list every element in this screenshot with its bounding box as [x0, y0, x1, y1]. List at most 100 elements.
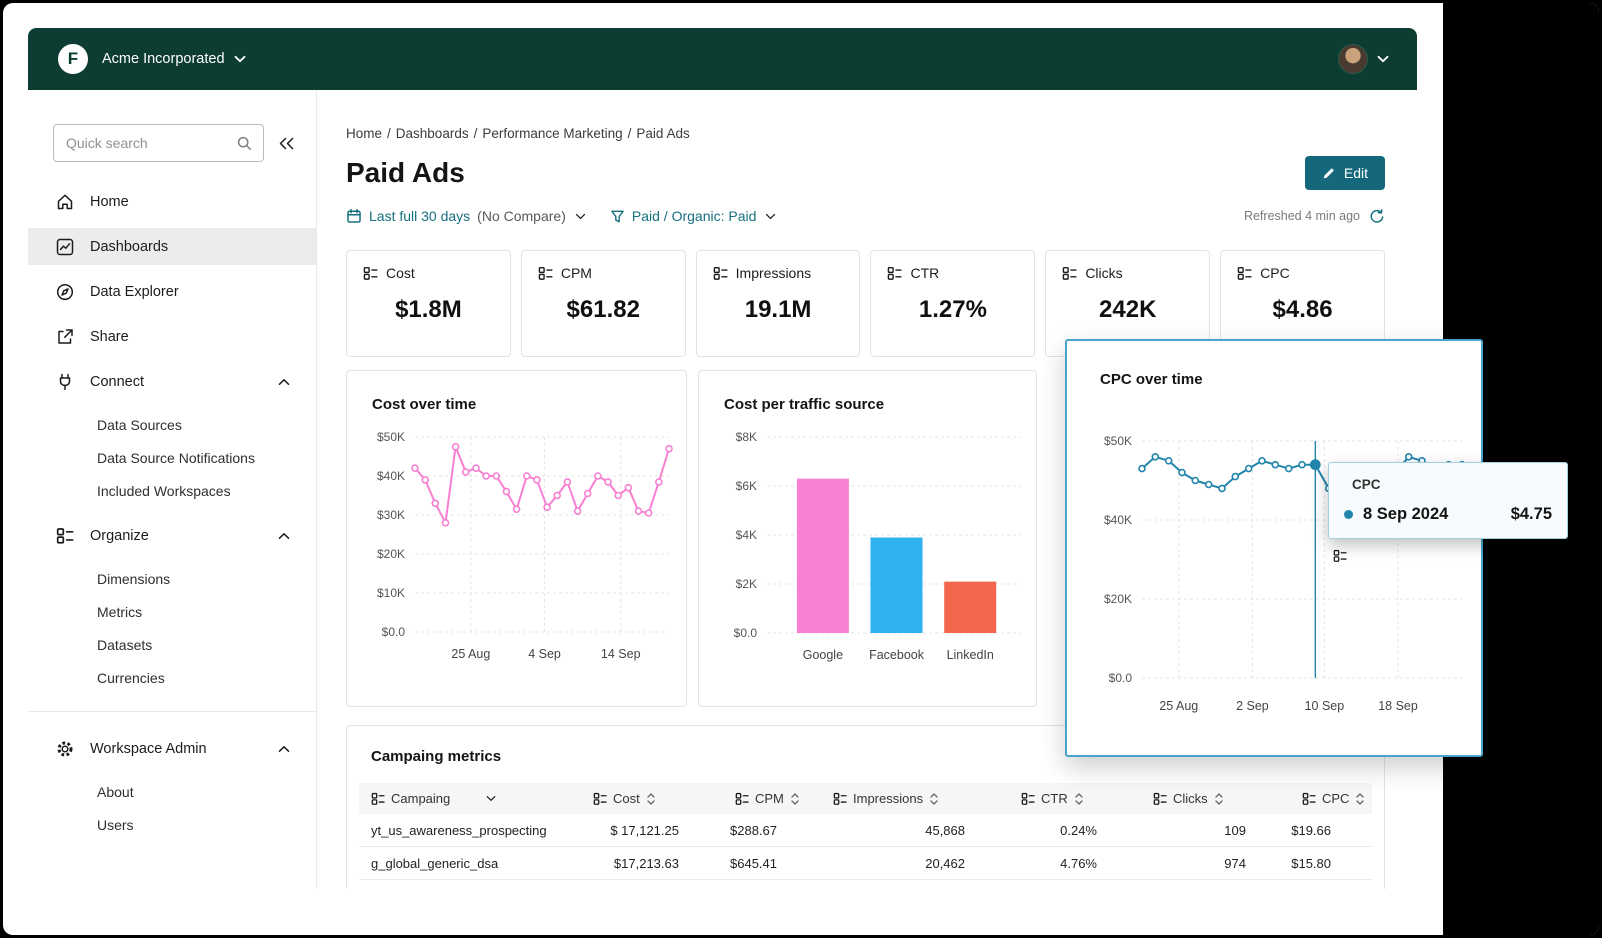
column-header-cpm[interactable]: CPM	[723, 791, 821, 806]
cell-clicks: 109	[1141, 823, 1290, 838]
data-point	[493, 473, 499, 479]
breadcrumb-link[interactable]: Dashboards	[396, 126, 469, 141]
sidebar-section-workspace-admin[interactable]: Workspace Admin	[28, 730, 316, 767]
svg-text:LinkedIn: LinkedIn	[947, 648, 994, 662]
column-header-ctr[interactable]: CTR	[1009, 791, 1141, 806]
breadcrumb-separator: /	[474, 126, 478, 141]
kpi-label: Clicks	[1085, 265, 1122, 281]
sort-icon[interactable]	[1074, 792, 1084, 806]
edit-button[interactable]: Edit	[1305, 156, 1385, 190]
breadcrumb-link[interactable]: Home	[346, 126, 382, 141]
sidebar-section-label: Workspace Admin	[90, 741, 207, 757]
table-row[interactable]: yt_us_awareness_prospecting $ 17,121.25 …	[359, 814, 1372, 847]
funnel-logo-icon: F	[58, 44, 88, 74]
calendar-icon	[346, 208, 362, 224]
data-point	[1406, 454, 1412, 460]
cell-cost: $17,213.63	[581, 856, 723, 871]
sub-item-label: Users	[97, 817, 134, 833]
table-header-row: Campaing Cost CPM	[359, 783, 1372, 814]
chart-tooltip: CPC 8 Sep 2024 $4.75	[1328, 462, 1568, 539]
sidebar-item-datasets[interactable]: Datasets	[28, 628, 316, 661]
cell-cpm: $645.41	[723, 856, 821, 871]
svg-text:$10K: $10K	[377, 586, 405, 600]
svg-text:$0.0: $0.0	[1109, 671, 1133, 685]
svg-text:10 Sep: 10 Sep	[1305, 699, 1345, 713]
data-point	[554, 493, 560, 499]
metric-icon	[1153, 792, 1167, 806]
column-header-cost[interactable]: Cost	[581, 791, 723, 806]
segment-filter[interactable]: Paid / Organic: Paid	[610, 208, 777, 224]
sort-icon[interactable]	[1214, 792, 1224, 806]
data-point	[1206, 482, 1212, 488]
sort-icon[interactable]	[929, 792, 939, 806]
sidebar-item-home[interactable]: Home	[28, 183, 316, 220]
quick-search[interactable]	[53, 124, 264, 162]
cell-cpm: $288.67	[723, 823, 821, 838]
user-menu[interactable]	[1338, 44, 1389, 74]
metric-icon	[1302, 792, 1316, 806]
column-header-label: Clicks	[1173, 791, 1208, 806]
column-header-campaign[interactable]: Campaing	[359, 791, 581, 806]
kpi-label: CTR	[910, 265, 939, 281]
sidebar-item-about[interactable]: About	[28, 775, 316, 808]
top-bar: F Acme Incorporated	[28, 28, 1417, 90]
metric-icon	[1062, 266, 1077, 281]
data-point	[1166, 458, 1172, 464]
kpi-card-impressions[interactable]: Impressions 19.1M	[696, 250, 861, 357]
sidebar-item-currencies[interactable]: Currencies	[28, 661, 316, 694]
chevron-down-icon[interactable]	[486, 795, 496, 802]
gear-icon	[55, 739, 75, 759]
sidebar-item-dimensions[interactable]: Dimensions	[28, 562, 316, 595]
data-point	[1152, 454, 1158, 460]
breadcrumb-link[interactable]: Performance Marketing	[482, 126, 622, 141]
svg-text:Facebook: Facebook	[869, 648, 925, 662]
sidebar-section-organize[interactable]: Organize	[28, 517, 316, 554]
sort-icon[interactable]	[1355, 792, 1365, 806]
sub-item-label: Data Source Notifications	[97, 450, 255, 466]
sidebar-item-dashboards[interactable]: Dashboards	[28, 228, 316, 265]
sidebar-item-metrics[interactable]: Metrics	[28, 595, 316, 628]
cell-clicks: 974	[1141, 856, 1290, 871]
data-point	[656, 479, 662, 485]
svg-text:$40K: $40K	[1104, 513, 1132, 527]
sort-icon[interactable]	[790, 792, 800, 806]
cell-cpc: $19.66	[1290, 823, 1375, 838]
sidebar-item-share[interactable]: Share	[28, 318, 316, 355]
table-row[interactable]: g_global_generic_dsa $17,213.63 $645.41 …	[359, 847, 1372, 880]
sub-item-label: Included Workspaces	[97, 483, 231, 499]
bar-linkedin	[944, 582, 996, 633]
data-point	[585, 491, 591, 497]
sidebar-item-data-explorer[interactable]: Data Explorer	[28, 273, 316, 310]
date-range-filter[interactable]: Last full 30 days (No Compare)	[346, 208, 586, 224]
kpi-card-ctr[interactable]: CTR 1.27%	[870, 250, 1035, 357]
column-header-cpc[interactable]: CPC	[1290, 791, 1375, 806]
sidebar-collapse-icon[interactable]	[277, 136, 296, 151]
data-point	[666, 446, 672, 452]
sort-icon[interactable]	[646, 792, 656, 806]
data-point	[564, 479, 570, 485]
cost-over-time-card[interactable]: Cost over time $50K$40K$30K$20K$10K$0.02…	[346, 370, 687, 707]
org-switcher[interactable]: Acme Incorporated	[88, 51, 246, 67]
column-header-impressions[interactable]: Impressions	[821, 791, 1009, 806]
search-input[interactable]	[66, 135, 236, 151]
cpc-over-time-popup[interactable]: CPC over time $50K$40K$20K$0.025 Aug2 Se…	[1065, 339, 1483, 757]
sidebar-section-connect[interactable]: Connect	[28, 363, 316, 400]
data-point	[575, 508, 581, 514]
cost-per-traffic-source-card[interactable]: Cost per traffic source $8K$6K$4K$2K$0.0…	[698, 370, 1037, 707]
kpi-value: 1.27%	[887, 296, 1018, 324]
edit-button-label: Edit	[1344, 165, 1368, 181]
sidebar-item-data-sources[interactable]: Data Sources	[28, 408, 316, 441]
data-point	[524, 473, 530, 479]
kpi-card-cost[interactable]: Cost $1.8M	[346, 250, 511, 357]
tooltip-date: 8 Sep 2024	[1363, 505, 1448, 524]
refresh-icon[interactable]	[1369, 208, 1385, 224]
data-point	[1259, 458, 1265, 464]
column-header-clicks[interactable]: Clicks	[1141, 791, 1290, 806]
sidebar-item-data-source-notifications[interactable]: Data Source Notifications	[28, 441, 316, 474]
sidebar-item-included-workspaces[interactable]: Included Workspaces	[28, 474, 316, 507]
kpi-card-cpm[interactable]: CPM $61.82	[521, 250, 686, 357]
sidebar-item-label: Data Explorer	[90, 284, 179, 300]
sidebar-item-users[interactable]: Users	[28, 808, 316, 841]
svg-text:$30K: $30K	[377, 508, 405, 522]
data-point	[615, 493, 621, 499]
